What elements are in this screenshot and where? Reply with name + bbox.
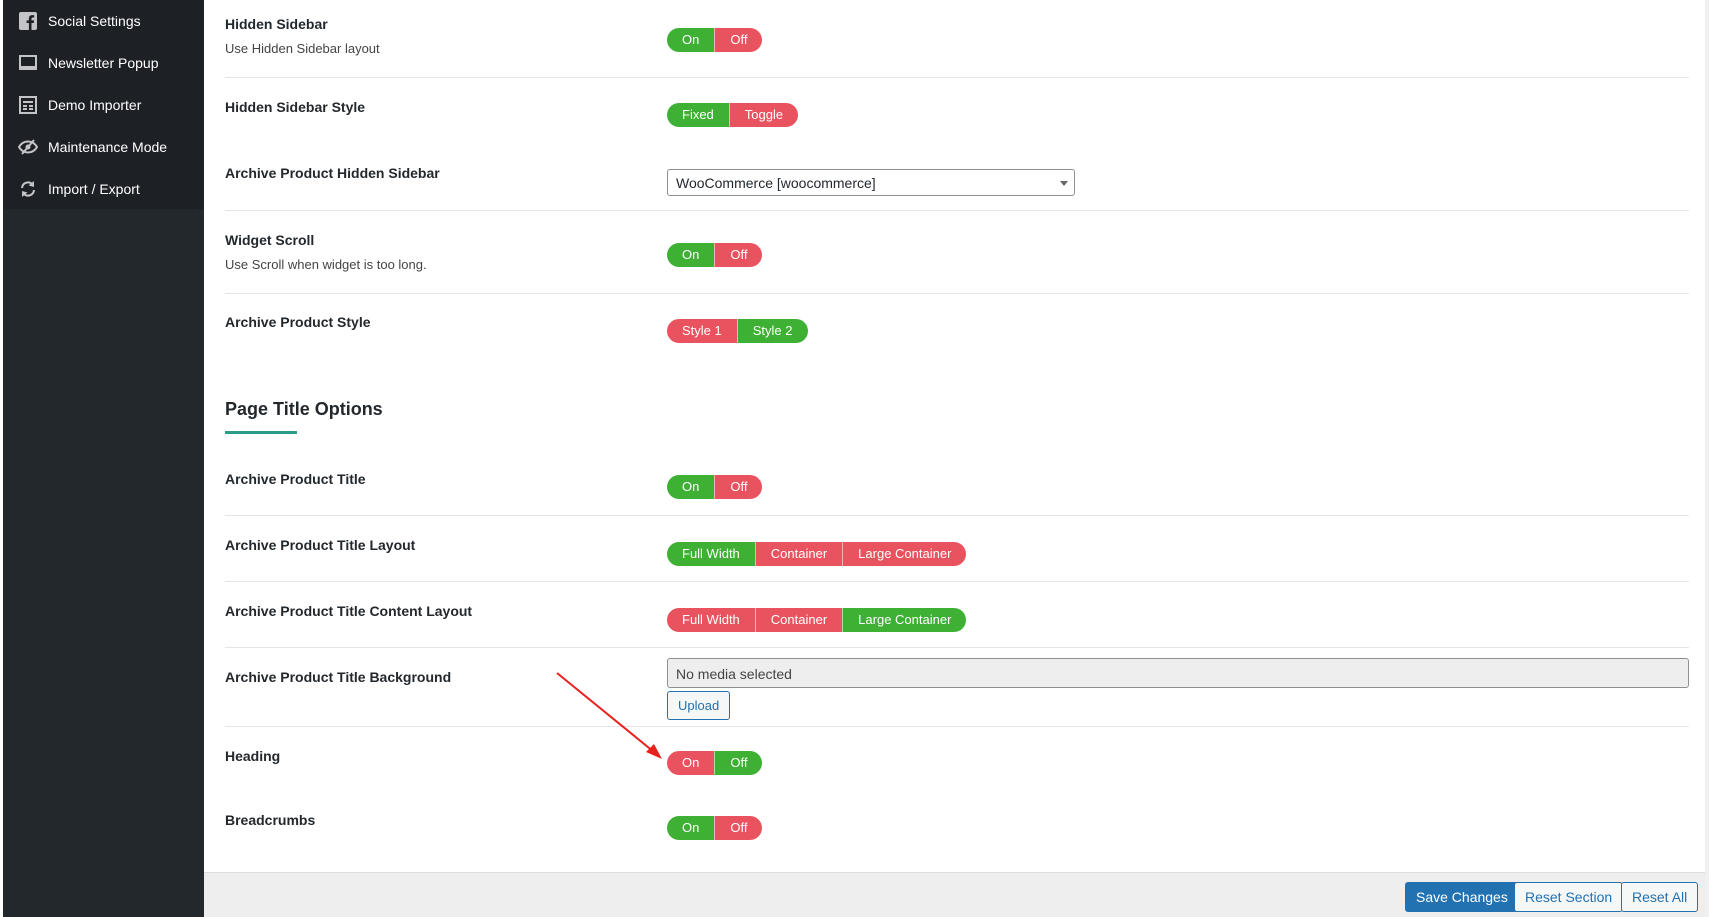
setting-row-archive-product-title: Archive Product Title On Off xyxy=(225,446,1689,516)
archive-product-title-toggle: On Off xyxy=(667,475,763,499)
setting-row-hidden-sidebar: Hidden Sidebar Use Hidden Sidebar layout… xyxy=(225,0,1689,78)
reset-section-button[interactable]: Reset Section xyxy=(1514,882,1624,912)
sidebar-item-label: Import / Export xyxy=(48,181,140,197)
toggle-on-option[interactable]: On xyxy=(667,475,715,499)
setting-title: Archive Product Hidden Sidebar xyxy=(225,165,440,181)
refresh-icon xyxy=(18,179,38,199)
setting-title: Archive Product Title Content Layout xyxy=(225,603,473,619)
toggle-off-option[interactable]: Off xyxy=(714,28,763,52)
style-toggle-option[interactable]: Toggle xyxy=(728,103,799,127)
chevron-down-icon xyxy=(1060,181,1068,186)
setting-row-title-layout: Archive Product Title Layout Full Width … xyxy=(225,516,1689,582)
setting-row-title-content-layout: Archive Product Title Content Layout Ful… xyxy=(225,582,1689,648)
large-container-option[interactable]: Large Container xyxy=(842,542,967,566)
large-container-option[interactable]: Large Container xyxy=(842,608,967,632)
hidden-sidebar-style-toggle: Fixed Toggle xyxy=(667,103,799,127)
setting-title: Archive Product Style xyxy=(225,314,371,330)
facebook-icon xyxy=(18,11,38,31)
hidden-sidebar-toggle: On Off xyxy=(667,28,763,52)
toggle-on-option[interactable]: On xyxy=(667,751,715,775)
breadcrumbs-toggle: On Off xyxy=(667,816,763,840)
style-fixed-option[interactable]: Fixed xyxy=(667,103,729,127)
setting-row-title-background: Archive Product Title Background No medi… xyxy=(225,648,1689,727)
toggle-off-option[interactable]: Off xyxy=(714,751,763,775)
sidebar-item-demo-importer[interactable]: Demo Importer xyxy=(3,84,204,126)
select-value: WooCommerce [woocommerce] xyxy=(676,175,876,191)
media-field-value: No media selected xyxy=(676,666,792,682)
full-width-option[interactable]: Full Width xyxy=(667,608,755,632)
setting-title: Breadcrumbs xyxy=(225,812,316,828)
setting-description: Use Scroll when widget is too long. xyxy=(225,257,427,272)
heading-toggle: On Off xyxy=(667,751,763,775)
setting-description: Use Hidden Sidebar layout xyxy=(225,41,380,56)
setting-row-widget-scroll: Widget Scroll Use Scroll when widget is … xyxy=(225,211,1689,294)
sidebar-item-social-settings[interactable]: Social Settings xyxy=(3,0,204,42)
setting-row-breadcrumbs: Breadcrumbs On Off xyxy=(225,789,1689,859)
style-2-option[interactable]: Style 2 xyxy=(736,319,808,343)
admin-sidebar: Social Settings Newsletter Popup Demo Im… xyxy=(3,0,204,917)
import-icon xyxy=(18,95,38,115)
window-edge xyxy=(1705,0,1709,917)
setting-row-hidden-sidebar-style: Hidden Sidebar Style Fixed Toggle Archiv… xyxy=(225,78,1689,211)
full-width-option[interactable]: Full Width xyxy=(667,542,755,566)
setting-title: Archive Product Title xyxy=(225,471,366,487)
container-option[interactable]: Container xyxy=(754,542,843,566)
title-content-layout-toggle: Full Width Container Large Container xyxy=(667,608,967,632)
toggle-on-option[interactable]: On xyxy=(667,28,715,52)
sidebar-item-label: Maintenance Mode xyxy=(48,139,168,155)
container-option[interactable]: Container xyxy=(754,608,843,632)
setting-row-heading: Heading On Off xyxy=(225,727,1689,789)
sidebar-item-newsletter-popup[interactable]: Newsletter Popup xyxy=(3,42,204,84)
setting-title: Widget Scroll xyxy=(225,232,315,248)
archive-product-style-toggle: Style 1 Style 2 xyxy=(667,319,808,343)
sidebar-item-maintenance-mode[interactable]: Maintenance Mode xyxy=(3,126,204,168)
sidebar-item-label: Social Settings xyxy=(48,13,141,29)
toggle-off-option[interactable]: Off xyxy=(714,243,763,267)
setting-row-archive-product-style: Archive Product Style Style 1 Style 2 xyxy=(225,294,1689,364)
save-changes-button[interactable]: Save Changes xyxy=(1405,882,1519,912)
reset-all-button[interactable]: Reset All xyxy=(1621,882,1699,912)
setting-title: Archive Product Title Background xyxy=(225,669,452,685)
section-title-page-title-options: Page Title Options xyxy=(225,399,383,419)
toggle-off-option[interactable]: Off xyxy=(714,475,763,499)
settings-panel: Hidden Sidebar Use Hidden Sidebar layout… xyxy=(204,0,1709,917)
widget-scroll-toggle: On Off xyxy=(667,243,763,267)
section-title-underline xyxy=(225,431,297,434)
setting-title: Hidden Sidebar Style xyxy=(225,99,366,115)
footer-action-bar: Save Changes Reset Section Reset All xyxy=(204,872,1709,917)
toggle-on-option[interactable]: On xyxy=(667,243,715,267)
setting-title: Hidden Sidebar xyxy=(225,16,328,32)
setting-title: Heading xyxy=(225,748,281,764)
archive-hidden-sidebar-select[interactable]: WooCommerce [woocommerce] xyxy=(667,169,1075,196)
sidebar-item-label: Newsletter Popup xyxy=(48,55,159,71)
eye-slash-icon xyxy=(18,137,38,157)
title-layout-toggle: Full Width Container Large Container xyxy=(667,542,967,566)
upload-button[interactable]: Upload xyxy=(667,691,731,720)
toggle-on-option[interactable]: On xyxy=(667,816,715,840)
style-1-option[interactable]: Style 1 xyxy=(667,319,737,343)
sidebar-item-label: Demo Importer xyxy=(48,97,142,113)
toggle-off-option[interactable]: Off xyxy=(714,816,763,840)
sidebar-item-import-export[interactable]: Import / Export xyxy=(3,168,204,210)
monitor-icon xyxy=(18,53,38,73)
media-url-field[interactable]: No media selected xyxy=(667,658,1689,688)
setting-title: Archive Product Title Layout xyxy=(225,537,416,553)
sidebar-menu: Social Settings Newsletter Popup Demo Im… xyxy=(3,0,204,209)
